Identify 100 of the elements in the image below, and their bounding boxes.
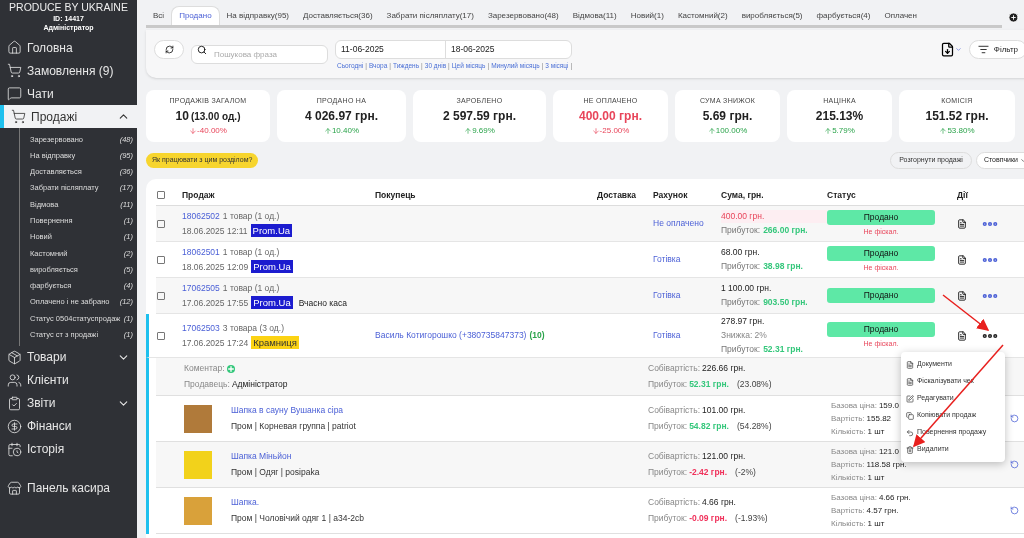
row-checkbox[interactable] (157, 219, 165, 228)
product-name-link[interactable]: Шапка в сауну Вушанка сіра (231, 404, 648, 417)
row-checkbox[interactable] (157, 291, 165, 300)
tab[interactable]: фарбується(4) (809, 6, 878, 25)
stat-units: (13.00 од.) (190, 109, 241, 124)
cart-icon (7, 63, 22, 78)
tab[interactable]: Продано (171, 6, 220, 25)
comment-label: Коментар: (184, 362, 225, 375)
sale-amount: 1 100.00 грн. (721, 282, 773, 295)
item-count: 1 товар (1 од.) (222, 281, 280, 295)
tab[interactable]: Зарезервовано(48) (480, 6, 566, 25)
stat-value: 4 026.97 грн. (305, 107, 378, 125)
payment-link[interactable]: Готівка (653, 329, 721, 342)
sale-date: 18.06.2025 12:09 (182, 260, 249, 274)
tab[interactable]: Доставляється(36) (296, 6, 380, 25)
sale-number-link[interactable]: 18062501 (182, 245, 220, 259)
margin-value: (-1.93%) (735, 512, 768, 525)
return-icon[interactable] (1010, 506, 1019, 515)
nav-item[interactable]: Звіти (0, 391, 137, 415)
tab[interactable]: Кастомний(2) (670, 6, 735, 25)
sale-number-link[interactable]: 17062505 (182, 281, 220, 295)
margin-value: (-2%) (735, 466, 756, 479)
price-value: 118.58 грн. (866, 458, 907, 471)
column-header: Продаж (182, 188, 216, 202)
nav-item[interactable]: Товари (0, 345, 137, 369)
refresh-button[interactable] (154, 40, 184, 59)
product-name-link[interactable]: Шапка. (231, 496, 648, 509)
document-icon[interactable] (957, 330, 967, 341)
base-price-label: Базова ціна: (831, 445, 877, 458)
filter-button[interactable]: Фільтр (968, 40, 1024, 59)
nav-item[interactable]: Клієнти (0, 368, 137, 392)
profit-label: Прибуток: (648, 466, 688, 479)
nav-item[interactable]: Чати (0, 82, 137, 105)
base-price-value: 4.66 грн. (878, 491, 911, 504)
product-photo (184, 404, 212, 433)
tab[interactable]: виробляється(5) (734, 6, 810, 25)
row-checkbox[interactable] (157, 331, 165, 340)
tab[interactable]: Всі (146, 6, 172, 25)
cost-label: Собівартість: (648, 362, 701, 375)
tab[interactable]: Новий(1) (623, 6, 671, 25)
status-badge[interactable]: Продано (827, 321, 935, 337)
payment-link[interactable]: Готівка (653, 289, 721, 302)
brand-name: PRODUCE BY UKRAINE (9, 1, 128, 14)
edit-icon (906, 394, 914, 403)
nav-item[interactable]: Фінанси (0, 414, 137, 438)
column-header: Статус (827, 188, 857, 202)
search-field[interactable]: Пошукова фраза (191, 45, 328, 64)
cost-value: 226.66 грн. (702, 362, 746, 375)
nav-item[interactable]: Продажі (0, 105, 137, 128)
product-category: Пром | Чоловічий одяг 1 | a34-2cb (231, 512, 365, 525)
product-name-link[interactable]: Шапка Міньйон (231, 450, 648, 463)
nav-item[interactable]: Головна (0, 36, 137, 59)
return-icon[interactable] (1010, 460, 1019, 469)
buyer-link[interactable]: Василь Котигорошко (+380735847373) (375, 329, 527, 342)
item-count: 1 товар (1 од.) (222, 209, 280, 223)
row-checkbox[interactable] (157, 255, 165, 264)
base-price-label: Базова ціна: (831, 399, 877, 412)
profit-label: Прибуток: (721, 296, 761, 309)
document-icon[interactable] (957, 290, 967, 301)
status-badge[interactable]: Продано (827, 288, 935, 303)
sale-date: 18.06.2025 12:11 (182, 224, 248, 238)
nav-item[interactable]: Замовлення (9) (0, 59, 137, 82)
home-icon (7, 40, 22, 55)
nav-item[interactable]: Панель касира (0, 476, 137, 500)
return-icon[interactable] (1010, 414, 1019, 423)
tab[interactable]: Забрати післяплату(17) (379, 6, 481, 25)
copy-icon (906, 411, 914, 420)
margin-value: (54.28%) (737, 420, 772, 433)
price-label: Вартість: (831, 412, 865, 425)
sale-number-link[interactable]: 17062503 (182, 321, 220, 335)
sale-number-link[interactable]: 18062502 (182, 209, 220, 223)
profit-value: -2.42 грн. (689, 466, 728, 479)
store-icon (7, 480, 22, 496)
status-badge[interactable]: Продано (827, 245, 935, 261)
quantity-value: 1 шт (867, 471, 885, 484)
add-icon[interactable] (1008, 11, 1019, 23)
status-badge[interactable]: Продано (827, 209, 935, 225)
product-photo (184, 496, 212, 525)
chat-icon (7, 86, 22, 101)
item-count: 1 товар (1 од.) (222, 245, 280, 259)
column-header: Сума, грн. (721, 188, 765, 202)
tab[interactable]: Оплачен (877, 6, 924, 25)
payment-link[interactable]: Готівка (653, 253, 721, 266)
tab[interactable]: Відмова(11) (565, 6, 624, 25)
price-value: 4.57 грн. (866, 504, 899, 517)
document-icon[interactable] (957, 218, 967, 229)
base-price-label: Базова ціна: (831, 491, 877, 504)
buyer-orders-count: (10) (529, 329, 545, 342)
tab[interactable]: На відправку(95) (219, 6, 297, 25)
cost-value: 101.00 грн. (702, 404, 746, 417)
nav-item[interactable]: Історія (0, 437, 137, 461)
cost-value: 4.66 грн. (702, 496, 736, 509)
base-price-value: 121.0 (878, 445, 899, 458)
document-icon[interactable] (957, 254, 967, 265)
export-icon[interactable] (939, 42, 955, 57)
stat-value: 215.13% (815, 107, 864, 125)
stat-value: 400.00 грн. (579, 107, 642, 125)
payment-link[interactable]: Не оплачено (653, 217, 721, 230)
stat-value: 10 (175, 107, 189, 125)
select-all-checkbox[interactable] (157, 191, 165, 199)
